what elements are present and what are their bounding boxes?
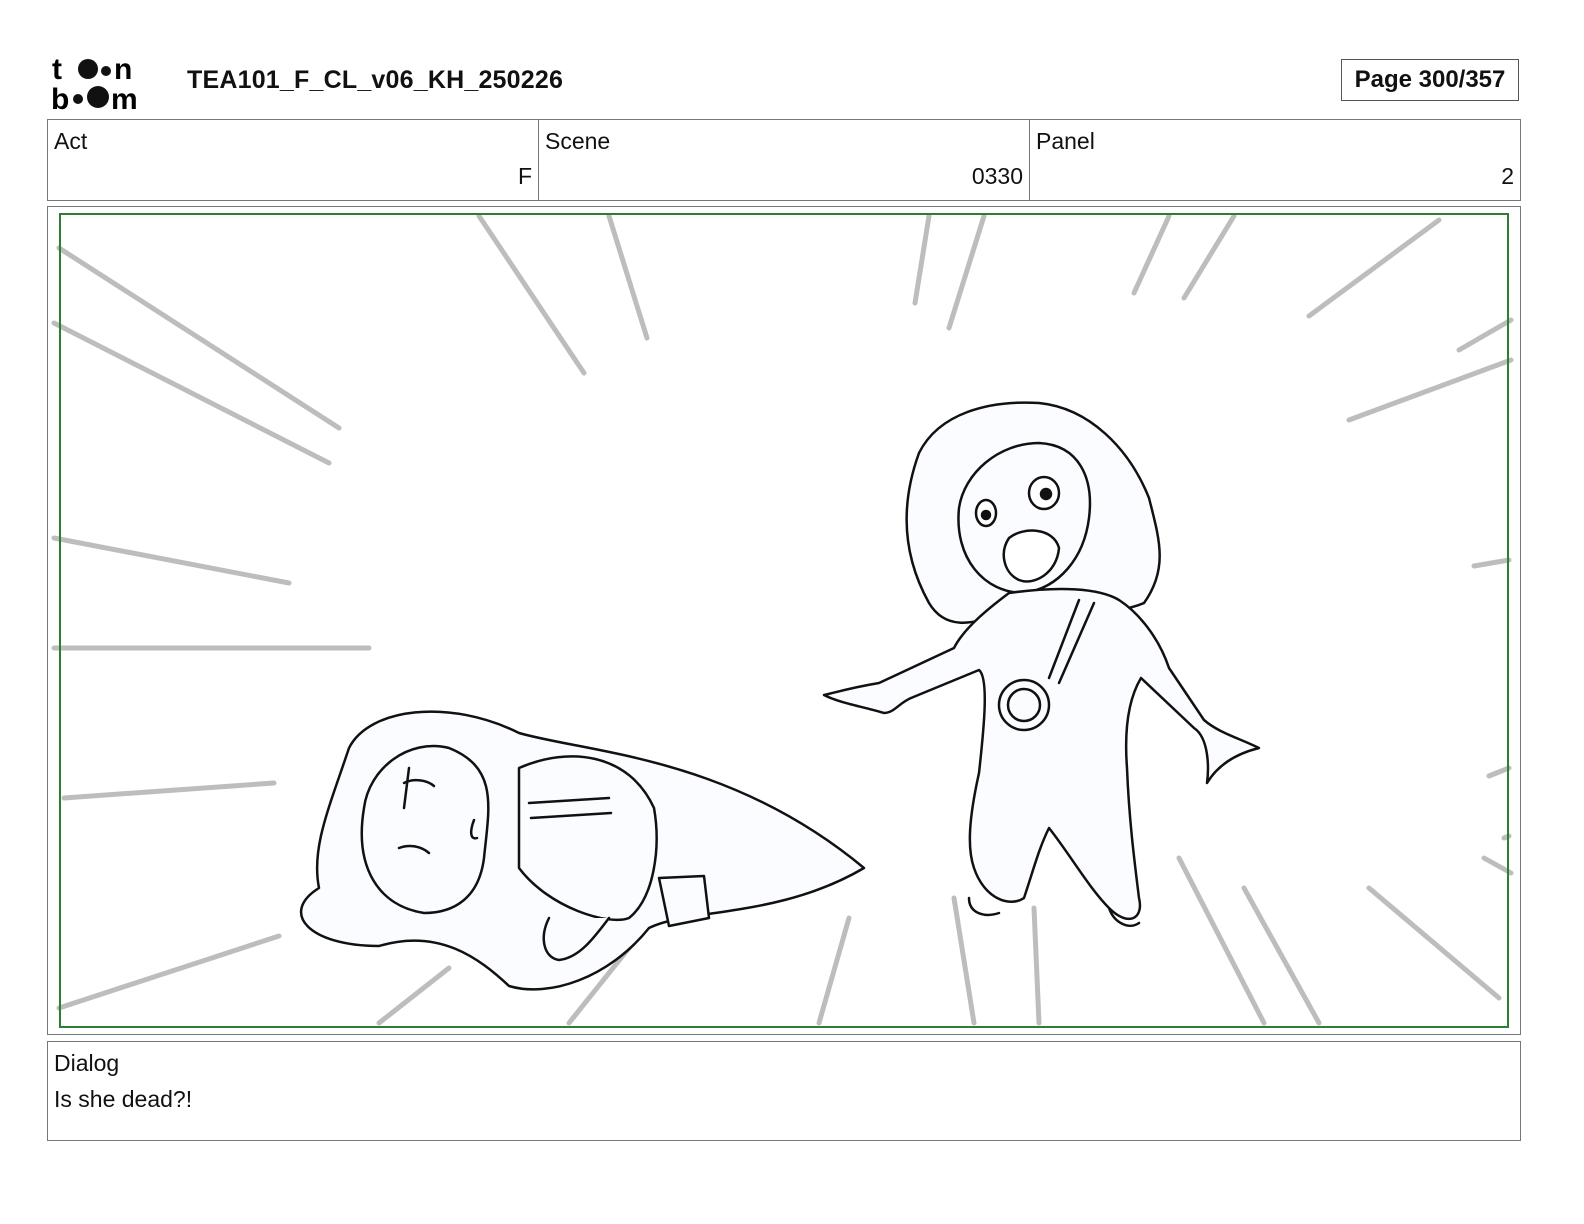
act-value: F — [517, 163, 532, 189]
logo-dot — [78, 59, 98, 79]
panel-info-row: Act F Scene 0330 Panel 2 — [47, 119, 1521, 201]
logo-letter-n: n — [114, 53, 132, 86]
toonboom-logo: t n b m — [51, 53, 138, 112]
dialog-box: Dialog Is she dead?! — [47, 1041, 1521, 1141]
scene-value: 0330 — [971, 163, 1023, 189]
panel-label: Panel — [1036, 128, 1095, 154]
act-cell: Act F — [48, 120, 539, 200]
page-indicator: Page 300/357 — [1341, 59, 1519, 101]
dialog-label: Dialog — [54, 1050, 120, 1076]
safe-area-frame — [59, 213, 1509, 1028]
logo-dot — [73, 94, 83, 104]
logo-letter-m: m — [111, 83, 138, 112]
logo-letter-t: t — [52, 53, 62, 86]
panel-value: 2 — [1501, 163, 1514, 189]
document-title: TEA101_F_CL_v06_KH_250226 — [187, 66, 564, 94]
scene-label: Scene — [545, 128, 611, 154]
dialog-text: Is she dead?! — [54, 1086, 193, 1112]
panel-cell: Panel 2 — [1030, 120, 1520, 200]
logo-letter-b: b — [51, 83, 69, 112]
scene-cell: Scene 0330 — [539, 120, 1030, 200]
logo-dot — [87, 86, 109, 108]
logo-dot — [101, 66, 111, 76]
act-label: Act — [54, 128, 88, 154]
